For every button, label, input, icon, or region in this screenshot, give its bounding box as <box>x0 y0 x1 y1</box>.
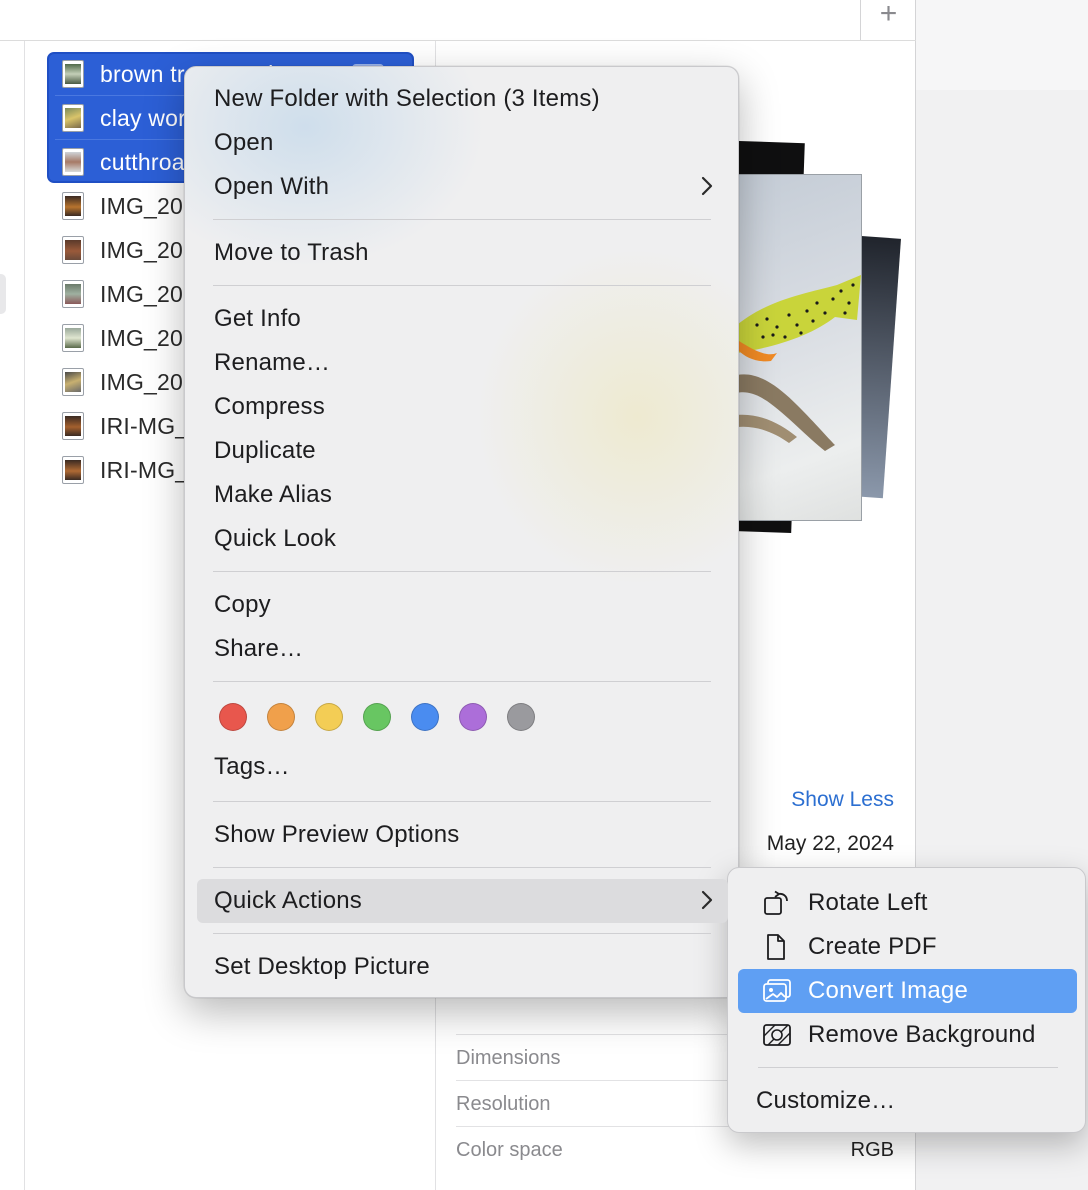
submenu-item-label: Convert Image <box>808 977 969 1004</box>
menu-item-make-alias[interactable]: Make Alias <box>197 473 728 517</box>
menu-item-tags[interactable]: Tags… <box>197 745 728 789</box>
sidebar-divider <box>24 41 25 1190</box>
tag-yellow-dot[interactable] <box>315 703 343 731</box>
desktop-strip <box>916 0 1088 90</box>
chevron-right-icon <box>701 176 713 196</box>
menu-item-move-to-trash[interactable]: Move to Trash <box>197 231 728 275</box>
show-less-link[interactable]: Show Less <box>760 788 894 812</box>
sidebar-edge-handle[interactable] <box>0 274 6 314</box>
image-thumbnail-icon <box>62 280 84 308</box>
submenu-item-label: Rotate Left <box>808 889 928 916</box>
add-tab-button[interactable]: + <box>860 0 916 40</box>
submenu-item-convert-image[interactable]: Convert Image <box>738 969 1077 1013</box>
tag-orange-dot[interactable] <box>267 703 295 731</box>
menu-item-duplicate[interactable]: Duplicate <box>197 429 728 473</box>
image-thumbnail-icon <box>62 412 84 440</box>
menu-item-open[interactable]: Open <box>197 121 728 165</box>
menu-separator <box>213 219 711 220</box>
menu-separator <box>213 933 711 934</box>
submenu-item-label: Customize… <box>756 1087 896 1114</box>
context-menu: New Folder with Selection (3 Items) Open… <box>184 66 739 998</box>
metadata-value: RGB <box>850 1139 894 1161</box>
menu-item-label: Compress <box>214 393 325 420</box>
menu-item-copy[interactable]: Copy <box>197 583 728 627</box>
chevron-right-icon <box>701 890 713 910</box>
menu-item-label: Move to Trash <box>214 239 369 266</box>
menu-separator <box>758 1067 1058 1068</box>
image-thumbnail-icon <box>62 104 84 132</box>
menu-item-label: Rename… <box>214 349 331 376</box>
menu-item-new-folder-with-selection[interactable]: New Folder with Selection (3 Items) <box>197 77 728 121</box>
submenu-item-rotate-left[interactable]: Rotate Left <box>738 881 1077 925</box>
metadata-label: Resolution <box>456 1093 551 1115</box>
menu-item-label: Get Info <box>214 305 301 332</box>
file-name: IMG_20 <box>100 281 184 307</box>
menu-item-set-desktop-picture[interactable]: Set Desktop Picture <box>197 945 728 989</box>
menu-item-get-info[interactable]: Get Info <box>197 297 728 341</box>
rotate-left-icon <box>764 890 788 915</box>
menu-item-share[interactable]: Share… <box>197 627 728 671</box>
menu-item-label: Duplicate <box>214 437 316 464</box>
menu-item-compress[interactable]: Compress <box>197 385 728 429</box>
menu-item-label: Quick Look <box>214 525 337 552</box>
menu-item-open-with[interactable]: Open With <box>197 165 728 209</box>
menu-item-label: Open <box>214 129 274 156</box>
image-thumbnail-icon <box>62 368 84 396</box>
submenu-item-customize[interactable]: Customize… <box>738 1079 1077 1123</box>
document-icon <box>767 934 785 960</box>
menu-item-label: Tags… <box>214 753 290 780</box>
menu-item-label: Quick Actions <box>214 887 362 914</box>
menu-separator <box>213 801 711 802</box>
tag-red-dot[interactable] <box>219 703 247 731</box>
file-name: IMG_20 <box>100 325 184 351</box>
menu-separator <box>213 681 711 682</box>
file-name: cutthroat <box>100 149 192 175</box>
menu-item-label: Open With <box>214 173 330 200</box>
menu-item-label: New Folder with Selection (3 Items) <box>214 85 600 112</box>
tag-color-picker <box>219 703 559 733</box>
metadata-label: Dimensions <box>456 1047 561 1069</box>
menu-separator <box>213 285 711 286</box>
file-name: IRI-MG_ <box>100 413 189 439</box>
image-thumbnail-icon <box>62 60 84 88</box>
menu-item-rename[interactable]: Rename… <box>197 341 728 385</box>
submenu-item-label: Create PDF <box>808 933 937 960</box>
tag-blue-dot[interactable] <box>411 703 439 731</box>
menu-item-label: Make Alias <box>214 481 333 508</box>
file-name: IMG_20 <box>100 369 184 395</box>
menu-item-quick-actions[interactable]: Quick Actions <box>197 879 728 923</box>
quick-actions-submenu: Rotate Left Create PDF Convert Image Rem… <box>727 867 1086 1133</box>
menu-item-quick-look[interactable]: Quick Look <box>197 517 728 561</box>
image-thumbnail-icon <box>62 192 84 220</box>
remove-background-icon <box>763 1024 791 1046</box>
menu-separator <box>213 571 711 572</box>
submenu-item-label: Remove Background <box>808 1021 1036 1048</box>
menu-item-show-preview-options[interactable]: Show Preview Options <box>197 813 728 857</box>
photos-icon <box>763 979 791 1002</box>
file-name: IRI-MG_ <box>100 457 189 483</box>
image-thumbnail-icon <box>62 456 84 484</box>
preview-image <box>736 174 862 521</box>
submenu-item-remove-background[interactable]: Remove Background <box>738 1013 1077 1057</box>
image-thumbnail-icon <box>62 236 84 264</box>
menu-item-label: Copy <box>214 591 271 618</box>
submenu-item-create-pdf[interactable]: Create PDF <box>738 925 1077 969</box>
image-thumbnail-icon <box>62 148 84 176</box>
tag-green-dot[interactable] <box>363 703 391 731</box>
toolbar-divider <box>0 40 916 41</box>
menu-separator <box>213 867 711 868</box>
file-name: clay work <box>100 105 198 131</box>
metadata-label: Color space <box>456 1139 563 1161</box>
menu-item-label: Set Desktop Picture <box>214 953 430 980</box>
tag-purple-dot[interactable] <box>459 703 487 731</box>
file-name: IMG_20 <box>100 193 184 219</box>
menu-item-label: Share… <box>214 635 304 662</box>
tag-gray-dot[interactable] <box>507 703 535 731</box>
menu-item-label: Show Preview Options <box>214 821 460 848</box>
file-name: IMG_20 <box>100 237 184 263</box>
image-thumbnail-icon <box>62 324 84 352</box>
